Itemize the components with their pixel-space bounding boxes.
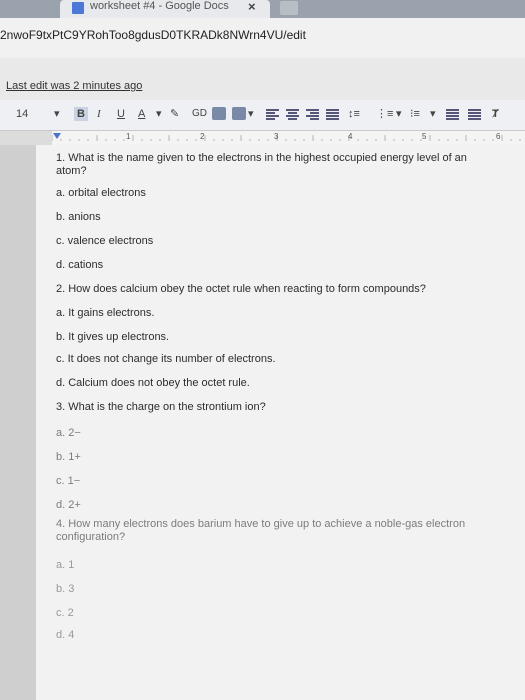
underline-button[interactable]: U	[117, 107, 125, 121]
justify-icon[interactable]	[326, 108, 339, 120]
answer-option: a. orbital electrons	[56, 187, 146, 199]
chevron-down-icon[interactable]: ▾	[54, 107, 60, 121]
docs-menubar: Last edit was 2 minutes ago	[0, 58, 525, 100]
ruler-number: 3	[274, 132, 279, 141]
ruler: 1 2 3 4 5 6	[52, 131, 525, 146]
increase-indent-icon[interactable]	[468, 108, 481, 120]
clear-formatting-icon[interactable]: Ⱦ	[492, 107, 499, 121]
ruler-number: 4	[348, 132, 353, 141]
decrease-indent-icon[interactable]	[446, 108, 459, 120]
browser-tab-bar: worksheet #4 - Google Docs ×	[0, 0, 525, 18]
answer-option: a. 1	[56, 559, 75, 571]
new-tab-button[interactable]	[280, 1, 298, 15]
answer-option: b. anions	[56, 211, 101, 223]
document-margin	[0, 145, 36, 700]
question-1-text-cont: atom?	[56, 165, 87, 177]
answer-option: b. 1+	[56, 451, 81, 463]
tab-close-button[interactable]: ×	[248, 0, 256, 14]
italic-button[interactable]: I	[97, 107, 101, 121]
font-size-select[interactable]: 14	[16, 107, 28, 121]
align-center-icon[interactable]	[286, 108, 299, 120]
chevron-down-icon[interactable]: ▾	[156, 107, 162, 121]
question-2-text: 2. How does calcium obey the octet rule …	[56, 283, 426, 295]
answer-option: b. 3	[56, 583, 75, 595]
align-left-icon[interactable]	[266, 108, 279, 120]
document-page[interactable]: 1. What is the name given to the electro…	[36, 145, 525, 700]
insert-image-icon[interactable]	[232, 107, 246, 120]
question-3-text: 3. What is the charge on the strontium i…	[56, 401, 266, 413]
ruler-ticks	[52, 133, 521, 141]
tab-title: worksheet #4 - Google Docs	[90, 0, 229, 12]
link-button[interactable]: GD	[192, 107, 207, 121]
answer-option: c. 2	[56, 607, 74, 619]
ruler-number: 1	[126, 132, 131, 141]
bold-button[interactable]: B	[74, 107, 88, 121]
answer-option: b. It gives up electrons.	[56, 331, 170, 343]
answer-option: a. 2−	[56, 427, 81, 439]
bulleted-list-icon[interactable]: ⁝≡	[410, 107, 420, 121]
answer-option: d. 2+	[56, 499, 81, 511]
insert-comment-icon[interactable]	[212, 107, 226, 120]
chevron-down-icon[interactable]: ▾	[396, 107, 402, 121]
question-4-text-cont: configuration?	[56, 531, 126, 543]
answer-option: c. 1−	[56, 475, 81, 487]
question-1-text: 1. What is the name given to the electro…	[56, 152, 467, 164]
address-bar: 2nwoF9txPtC9YRohToo8gdusD0TKRADk8NWrn4VU…	[0, 18, 525, 59]
answer-option: d. Calcium does not obey the octet rule.	[56, 377, 250, 389]
numbered-list-icon[interactable]: ⋮≡	[376, 107, 393, 121]
chevron-down-icon[interactable]: ▾	[248, 107, 254, 121]
answer-option: c. It does not change its number of elec…	[56, 353, 276, 365]
question-4-text: 4. How many electrons does barium have t…	[56, 518, 466, 530]
highlight-pen-icon[interactable]: ✎	[170, 107, 179, 121]
browser-tab[interactable]: worksheet #4 - Google Docs ×	[60, 0, 270, 18]
url-field[interactable]: 2nwoF9txPtC9YRohToo8gdusD0TKRADk8NWrn4VU…	[0, 28, 306, 42]
left-indent-marker[interactable]	[53, 133, 61, 139]
docs-toolbar: 14 ▾ B I U A ▾ ✎ GD ▾ ↕≡ ⋮≡ ▾ ⁝≡ ▾ Ⱦ	[0, 100, 525, 131]
chevron-down-icon[interactable]: ▾	[430, 107, 436, 121]
last-edit-link[interactable]: Last edit was 2 minutes ago	[6, 80, 142, 92]
ruler-number: 5	[422, 132, 427, 141]
align-right-icon[interactable]	[306, 108, 319, 120]
ruler-number: 6	[496, 132, 501, 141]
line-spacing-icon[interactable]: ↕≡	[348, 107, 360, 121]
text-color-button[interactable]: A	[138, 107, 145, 121]
google-docs-icon	[72, 2, 84, 14]
answer-option: d. cations	[56, 259, 104, 271]
answer-option: a. It gains electrons.	[56, 307, 155, 319]
ruler-number: 2	[200, 132, 205, 141]
answer-option: d. 4	[56, 629, 75, 641]
answer-option: c. valence electrons	[56, 235, 154, 247]
